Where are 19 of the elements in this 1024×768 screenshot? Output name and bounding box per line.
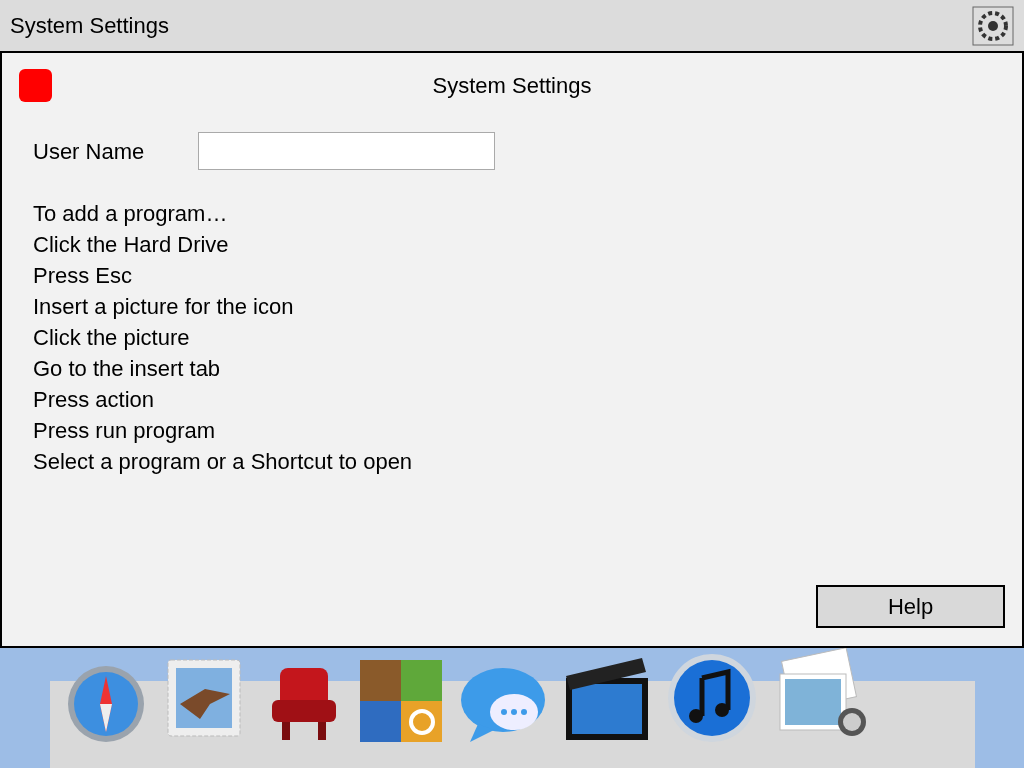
app-title: System Settings [10,12,169,40]
instruction-line: Click the Hard Drive [33,231,230,259]
instruction-line: Select a program or a Shortcut to open [33,448,414,476]
field-label: User Name [33,137,146,166]
instruction-line: Go to the insert tab [33,355,222,383]
close-button[interactable] [19,69,52,102]
instruction-line: Press action [33,386,156,414]
instruction-line: Press run program [33,417,217,445]
window-title: System Settings [431,72,593,100]
help-button[interactable]: Help [816,585,1005,628]
gear-icon[interactable] [972,5,1014,46]
compass-icon[interactable] [66,664,146,744]
music-note-icon[interactable] [666,652,758,744]
instruction-line: Insert a picture for the icon [33,293,295,321]
instruction-line: To add a program… [33,200,229,228]
instruction-line: Click the picture [33,324,191,352]
user-name-field[interactable] [198,132,495,170]
game-grid-icon[interactable] [358,658,444,744]
instruction-line: Press Esc [33,262,134,290]
